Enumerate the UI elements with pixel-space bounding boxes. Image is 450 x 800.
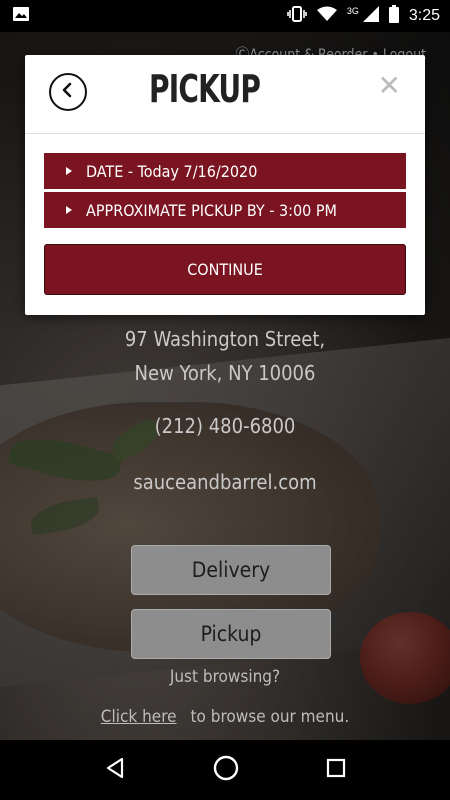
restaurant-phone[interactable]: (212) 480-6800 <box>0 414 450 438</box>
address-line-2: New York, NY 10006 <box>134 361 316 385</box>
date-selector[interactable]: DATE - Today 7/16/2020 <box>44 153 406 189</box>
wifi-icon <box>316 6 337 27</box>
just-browsing-text: Just browsing? <box>169 667 281 687</box>
nav-recents-icon[interactable] <box>325 757 347 783</box>
continue-button[interactable]: CONTINUE <box>44 244 406 295</box>
system-nav-bar <box>0 740 450 800</box>
restaurant-address: 97 Washington Street, New York, NY 10006 <box>0 322 450 390</box>
address-line-1: 97 Washington Street, <box>124 327 326 351</box>
date-label: DATE - Today 7/16/2020 <box>86 161 258 181</box>
image-icon <box>12 5 30 27</box>
back-button[interactable] <box>49 73 87 111</box>
click-here-link[interactable]: Click here <box>101 707 177 727</box>
signal-icon <box>362 5 379 27</box>
vibrate-icon <box>287 5 307 28</box>
caret-right-icon <box>66 167 72 175</box>
modal-header: PICKUP ✕ <box>25 55 425 134</box>
status-bar: 3G 3:25 <box>0 0 450 32</box>
browse-menu-text: to browse our menu. <box>190 707 350 727</box>
delivery-button[interactable]: Delivery <box>131 545 331 595</box>
nav-home-icon[interactable] <box>212 754 240 786</box>
pickup-button[interactable]: Pickup <box>131 609 331 659</box>
close-icon[interactable]: ✕ <box>378 69 401 102</box>
status-time: 3:25 <box>408 7 440 24</box>
nav-back-icon[interactable] <box>103 756 127 784</box>
browse-menu-line: Click here to browse our menu. <box>0 707 450 727</box>
pickup-time-label: APPROXIMATE PICKUP BY - 3:00 PM <box>86 200 337 220</box>
back-arrow-icon <box>60 82 76 102</box>
pickup-modal: PICKUP ✕ DATE - Today 7/16/2020 APPROXIM… <box>25 55 425 315</box>
network-type: 3G <box>346 6 359 16</box>
pickup-time-selector[interactable]: APPROXIMATE PICKUP BY - 3:00 PM <box>44 192 406 228</box>
restaurant-website[interactable]: sauceandbarrel.com <box>0 470 450 494</box>
battery-icon <box>388 4 399 28</box>
caret-right-icon <box>66 206 72 214</box>
modal-title: PICKUP <box>149 67 261 111</box>
